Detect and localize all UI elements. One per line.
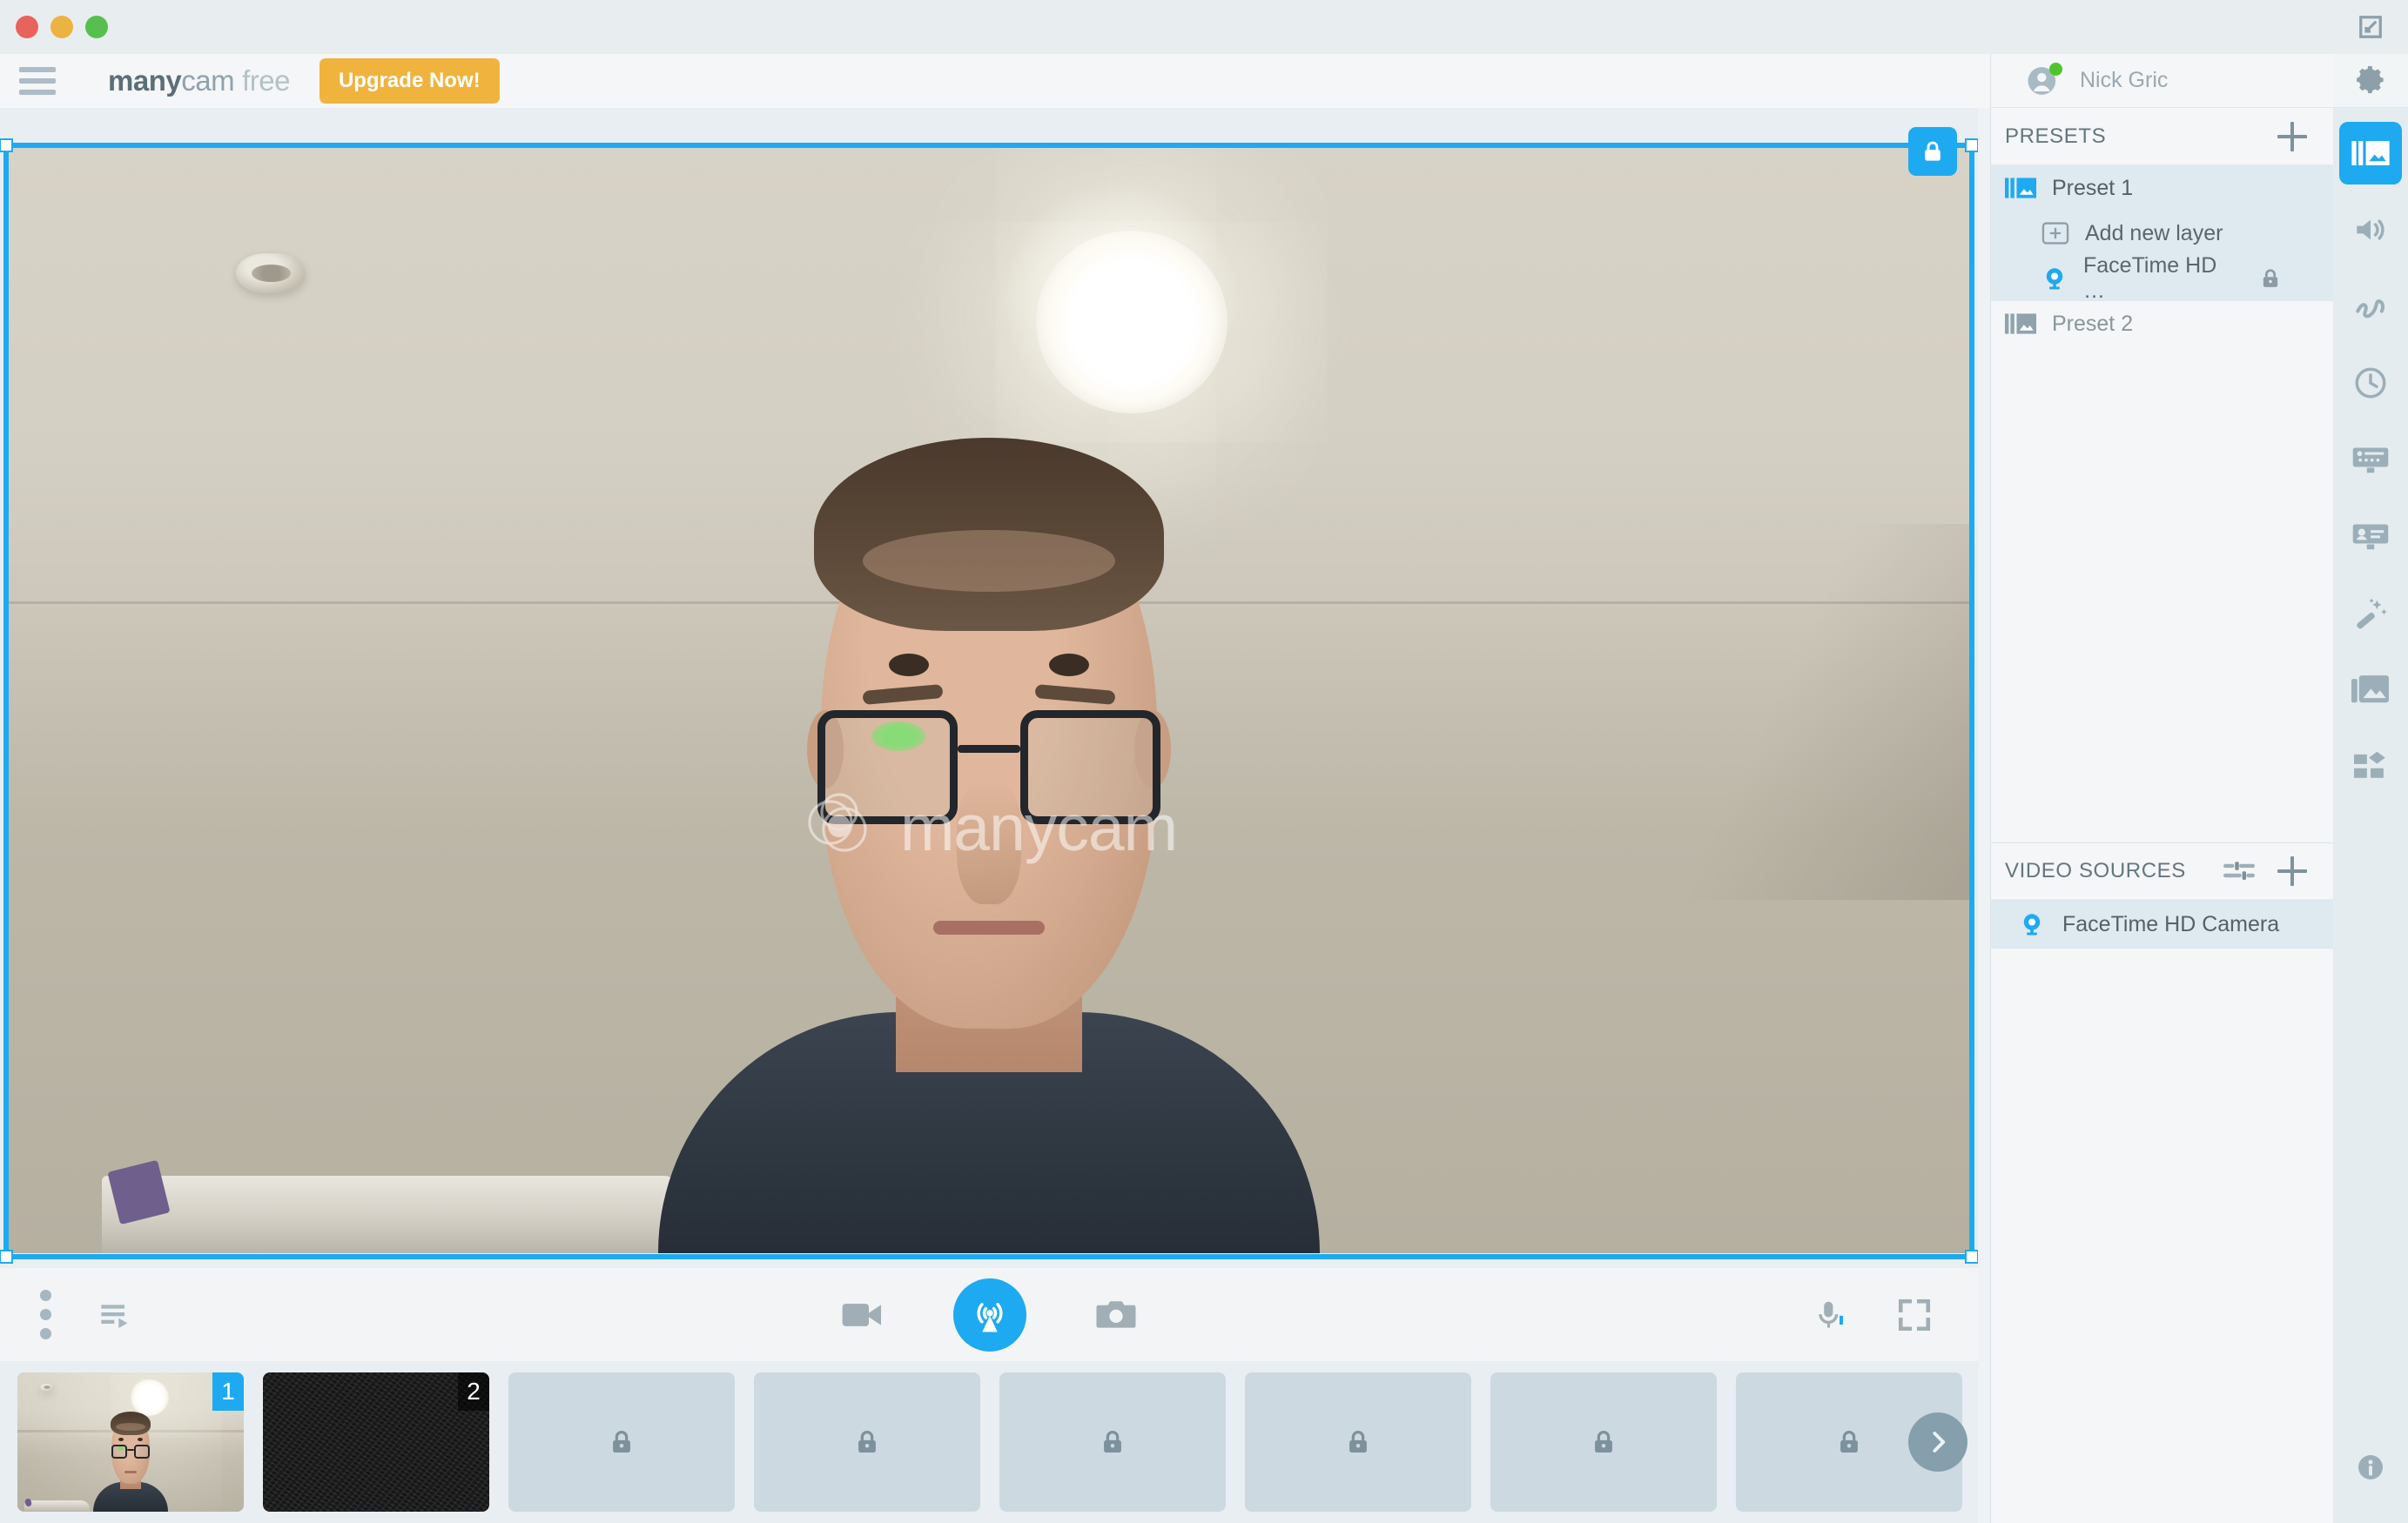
account-row[interactable]: Nick Gric [1991, 54, 2333, 108]
video-source-facetime-hd-camera[interactable]: FaceTime HD Camera [1991, 900, 2333, 949]
control-bar-left [0, 1290, 133, 1339]
thumbnail-7-locked[interactable] [1490, 1372, 1717, 1512]
video-source-label: FaceTime HD Camera [2062, 911, 2280, 936]
user-avatar-icon [2026, 62, 2062, 98]
preset-label: Preset 2 [2052, 311, 2134, 336]
more-options-icon[interactable] [40, 1290, 51, 1339]
rail-effects-wand-icon[interactable] [2339, 581, 2402, 644]
online-status-dot [2049, 62, 2062, 76]
sliders-icon[interactable] [2223, 860, 2255, 882]
thumbnail-2[interactable]: 2 [263, 1372, 489, 1512]
smoke-detector [236, 252, 306, 293]
rail-chroma-key-icon[interactable] [2339, 428, 2402, 491]
rail-audio-icon[interactable] [2339, 198, 2402, 261]
desk-object [102, 1176, 674, 1253]
preset-thumbnail-strip: 1 2 [0, 1361, 1978, 1523]
lock-icon [858, 1431, 876, 1453]
lock-icon [1349, 1431, 1367, 1453]
thumbnail-1[interactable]: 1 [17, 1372, 244, 1512]
app-logo: manycam free [108, 64, 290, 97]
watermark-text: manycam [899, 791, 1178, 865]
add-video-source-button[interactable] [2277, 856, 2307, 886]
preset-item-2[interactable]: Preset 2 [1991, 301, 2333, 346]
expand-restore-icon[interactable] [2354, 10, 2387, 44]
manycam-watermark: manycam [801, 786, 1178, 869]
hamburger-menu-icon[interactable] [19, 67, 56, 95]
video-sources-section: VIDEO SOURCES FaceTime HD Camera [1991, 842, 2333, 949]
thumbnail-preview [17, 1372, 244, 1512]
window-titlebar [0, 0, 2408, 54]
preset-layers-icon [2005, 175, 2036, 201]
rail-clock-icon[interactable] [2339, 352, 2402, 414]
traffic-lights [0, 16, 108, 38]
preset-item-1[interactable]: Preset 1 [1991, 165, 2333, 211]
minimize-button[interactable] [50, 16, 73, 38]
zoom-button[interactable] [85, 16, 108, 38]
brand-many: many [108, 64, 182, 97]
microphone-icon[interactable] [1811, 1296, 1849, 1334]
thumbnail-5-locked[interactable] [999, 1372, 1226, 1512]
webcam-icon [2019, 911, 2045, 937]
bottom-control-bar [0, 1268, 1978, 1361]
layer-lock-icon[interactable] [2258, 266, 2333, 291]
broadcast-button[interactable] [953, 1278, 1026, 1352]
lock-icon [1840, 1431, 1858, 1453]
rail-lower-third-icon[interactable] [2339, 505, 2402, 567]
lock-icon [1104, 1431, 1121, 1453]
playlist-icon[interactable] [98, 1298, 133, 1332]
rail-backgrounds-icon[interactable] [2339, 658, 2402, 721]
thumbnails-next-button[interactable] [1908, 1412, 1967, 1472]
record-video-button[interactable] [838, 1291, 887, 1339]
video-stage[interactable]: manycam [0, 108, 1978, 1268]
thumbnail-4-locked[interactable] [754, 1372, 980, 1512]
layer-label: FaceTime HD … [2083, 253, 2217, 303]
chevron-right-icon [1933, 1432, 1946, 1453]
manycam-window: manycam free Upgrade Now! manycam 1 2 Ni… [0, 0, 2408, 1523]
thumbnail-index: 2 [458, 1372, 489, 1411]
rail-presets-icon[interactable] [2339, 122, 2402, 185]
ceiling-light [1036, 231, 1228, 414]
add-new-layer-label: Add new layer [2085, 220, 2223, 245]
preset-label: Preset 1 [2052, 175, 2134, 200]
presets-section-header: PRESETS [1991, 108, 2333, 165]
rail-info-icon[interactable] [2339, 1436, 2402, 1499]
close-button[interactable] [16, 16, 38, 38]
gear-icon[interactable] [2333, 54, 2408, 108]
thumbnail-index: 1 [212, 1372, 244, 1411]
thumbnail-3-locked[interactable] [508, 1372, 735, 1512]
brand-edition: free [242, 64, 290, 97]
add-preset-button[interactable] [2277, 121, 2307, 151]
preset-layers-icon [2005, 311, 2036, 337]
add-new-layer-row[interactable]: Add new layer [1991, 211, 2333, 256]
presets-title: PRESETS [2005, 124, 2107, 148]
thumbnail-6-locked[interactable] [1245, 1372, 1471, 1512]
fullscreen-icon[interactable] [1896, 1297, 1933, 1333]
lock-icon [1595, 1431, 1612, 1453]
rail-objects-icon[interactable] [2339, 735, 2402, 797]
right-icon-rail [2333, 54, 2408, 1523]
account-name: Nick Gric [2080, 68, 2169, 92]
layer-facetime-hd[interactable]: FaceTime HD … [1991, 253, 2333, 303]
brand-cam: cam [181, 64, 235, 97]
control-bar-right [1811, 1296, 1978, 1334]
add-layer-icon [2041, 222, 2069, 245]
video-preview: manycam [3, 148, 1974, 1253]
layer-lock-button[interactable] [1908, 127, 1957, 176]
upgrade-now-button[interactable]: Upgrade Now! [319, 58, 500, 104]
video-sources-title: VIDEO SOURCES [2005, 859, 2186, 882]
control-bar-center [815, 1278, 1163, 1352]
right-panel: Nick Gric PRESETS Preset 1 Add new layer… [1990, 54, 2333, 1523]
snapshot-button[interactable] [1093, 1292, 1140, 1338]
video-sources-header: VIDEO SOURCES [1991, 842, 2333, 900]
lock-icon [613, 1431, 630, 1453]
webcam-icon [2041, 265, 2068, 292]
rail-draw-icon[interactable] [2339, 275, 2402, 338]
